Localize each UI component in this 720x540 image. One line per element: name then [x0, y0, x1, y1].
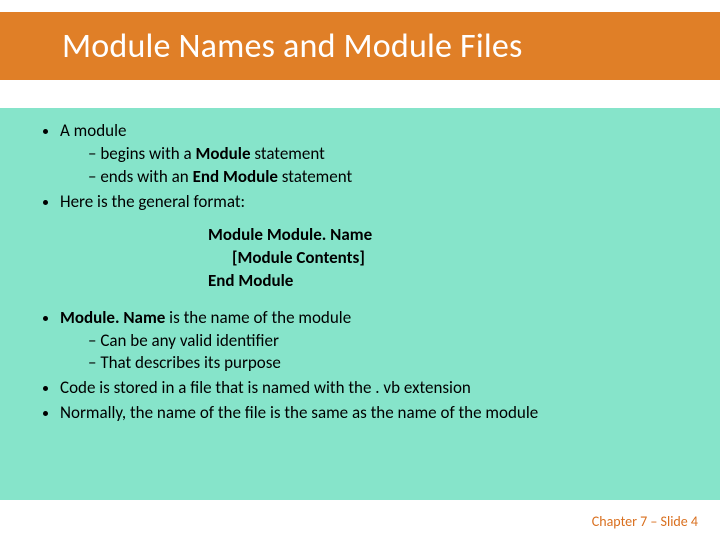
bullet-normally: Normally, the name of the file is the sa… [60, 402, 692, 425]
code-line-3: End Module [208, 270, 692, 293]
bold: Module [196, 143, 251, 164]
text: That describes its purpose [100, 352, 281, 373]
text: statement [278, 166, 352, 187]
sub-begins: begins with a Module statement [88, 143, 692, 166]
text: statement [251, 143, 325, 164]
sub-list: begins with a Module statement ends with… [60, 143, 692, 189]
bullet-list-2: Module. Name is the name of the module C… [0, 307, 692, 426]
sub-ends: ends with an End Module statement [88, 166, 692, 189]
sub-purpose: That describes its purpose [88, 352, 692, 375]
text: Here is the general format: [60, 191, 245, 212]
text: is the name of the module [165, 307, 351, 328]
bullet-format: Here is the general format: [60, 191, 692, 214]
text: ends with an [100, 166, 192, 187]
text: A module [60, 120, 126, 141]
text: Normally, the name of the file is the sa… [60, 402, 538, 423]
title-bar: Module Names and Module Files [0, 12, 720, 80]
code-line-2: [Module Contents] [208, 247, 692, 270]
bullet-a-module: A module begins with a Module statement … [60, 120, 692, 189]
bullet-list-1: A module begins with a Module statement … [0, 120, 692, 214]
slide-title: Module Names and Module Files [62, 26, 523, 67]
text: Code is stored in a file that is named w… [60, 377, 471, 398]
text: begins with a [100, 143, 195, 164]
bullet-module-name: Module. Name is the name of the module C… [60, 307, 692, 376]
slide-footer: Chapter 7 – Slide 4 [592, 513, 698, 530]
text: Can be any valid identifier [100, 330, 279, 351]
slide: Module Names and Module Files A module b… [0, 0, 720, 540]
sub-list: Can be any valid identifier That describ… [60, 330, 692, 376]
sub-identifier: Can be any valid identifier [88, 330, 692, 353]
code-block: Module Module. Name [Module Contents] En… [208, 224, 692, 293]
bold: End Module [193, 166, 278, 187]
bold: Module. Name [60, 307, 165, 328]
code-line-1: Module Module. Name [208, 224, 692, 247]
slide-body: A module begins with a Module statement … [0, 108, 720, 500]
bullet-code-file: Code is stored in a file that is named w… [60, 377, 692, 400]
